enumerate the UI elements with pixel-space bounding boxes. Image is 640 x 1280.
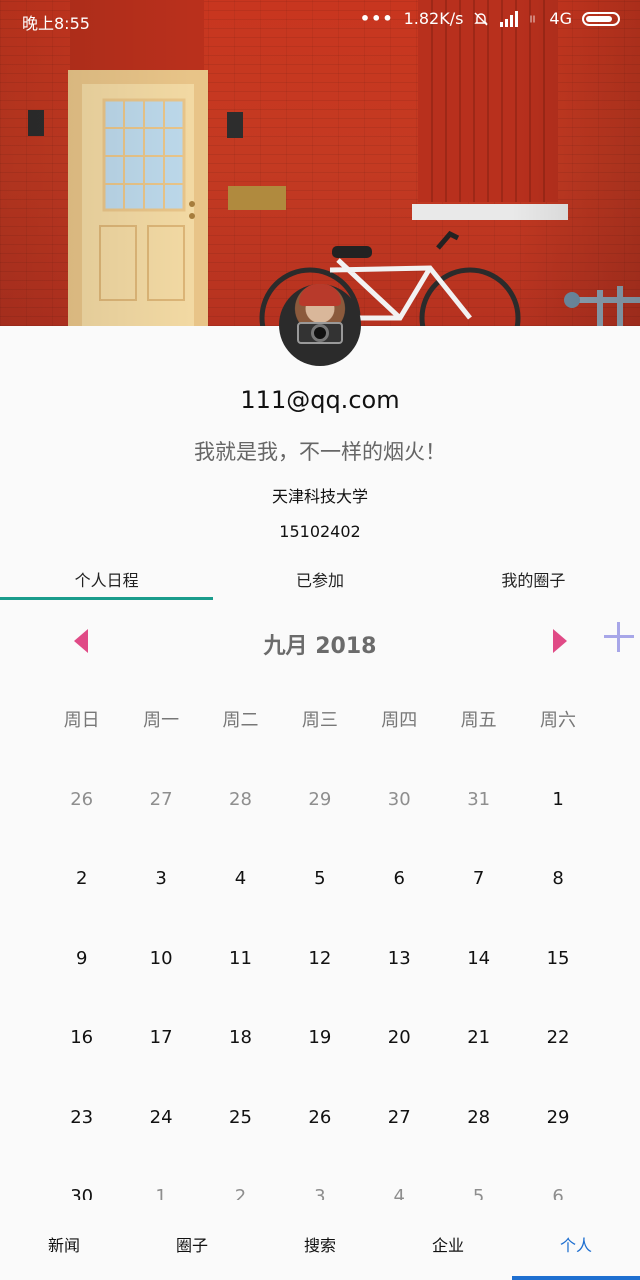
calendar-day-cell[interactable]: 15: [518, 919, 597, 998]
profile-motto: 我就是我，不一样的烟火！: [194, 440, 446, 464]
avatar-camera-lens: [311, 324, 329, 342]
profile-cover-image: 晚上8:55 ••• 1.82K/s 4G: [0, 0, 640, 326]
weekday-label: 周日: [63, 710, 100, 731]
weekday-label: 周四: [381, 710, 418, 731]
calendar-day-cell[interactable]: 27: [360, 1078, 439, 1157]
data-arrows-icon: [531, 15, 535, 22]
calendar-day-cell[interactable]: 17: [121, 998, 200, 1077]
calendar-weekday-row: 周日 周一 周二 周三 周四 周五 周六: [42, 706, 598, 732]
calendar-day-cell[interactable]: 24: [121, 1078, 200, 1157]
calendar-day-cell[interactable]: 10: [121, 919, 200, 998]
calendar-day-cell[interactable]: 3: [280, 1157, 359, 1200]
calendar-day-cell[interactable]: 22: [518, 998, 597, 1077]
calendar-day-cell[interactable]: 23: [42, 1078, 121, 1157]
calendar-day-cell[interactable]: 30: [360, 760, 439, 839]
calendar-day-cell[interactable]: 5: [280, 839, 359, 918]
nav-search[interactable]: 搜索: [256, 1204, 384, 1280]
notification-dots: •••: [359, 9, 394, 28]
calendar-day-cell[interactable]: 2: [42, 839, 121, 918]
profile-tabs: 个人日程 已参加 我的圈子: [0, 556, 640, 600]
status-bar: 晚上8:55 ••• 1.82K/s 4G: [0, 0, 640, 40]
calendar-day-cell[interactable]: 4: [201, 839, 280, 918]
tab-joined[interactable]: 已参加: [213, 556, 426, 600]
weekday-label: 周五: [460, 710, 497, 731]
calendar-day-cell[interactable]: 27: [121, 760, 200, 839]
calendar-day-cell[interactable]: 16: [42, 998, 121, 1077]
calendar-day-cell[interactable]: 19: [280, 998, 359, 1077]
calendar-day-cell[interactable]: 29: [518, 1078, 597, 1157]
calendar-day-cell[interactable]: 20: [360, 998, 439, 1077]
calendar-day-cell[interactable]: 14: [439, 919, 518, 998]
calendar-day-cell[interactable]: 8: [518, 839, 597, 918]
avatar-hat: [299, 284, 341, 306]
status-indicators: ••• 1.82K/s 4G: [360, 9, 620, 28]
nav-news[interactable]: 新闻: [0, 1204, 128, 1280]
cover-shade: [0, 0, 640, 326]
tab-my-circles[interactable]: 我的圈子: [427, 556, 640, 600]
weekday-label: 周一: [143, 710, 180, 731]
calendar-day-cell[interactable]: 26: [42, 760, 121, 839]
calendar-day-cell[interactable]: 4: [360, 1157, 439, 1200]
bottom-navigation: 新闻 圈子 搜索 企业 个人: [0, 1204, 640, 1280]
network-type: 4G: [549, 9, 572, 28]
weekday-label: 周六: [540, 710, 577, 731]
calendar-day-cell[interactable]: 6: [360, 839, 439, 918]
add-event-plus-icon[interactable]: [603, 620, 635, 652]
weekday-label: 周三: [301, 710, 338, 731]
calendar-day-cell[interactable]: 18: [201, 998, 280, 1077]
calendar-day-cell[interactable]: 3: [121, 839, 200, 918]
calendar-day-cell[interactable]: 1: [121, 1157, 200, 1200]
calendar-day-cell[interactable]: 5: [439, 1157, 518, 1200]
calendar-day-cell[interactable]: 13: [360, 919, 439, 998]
next-month-icon[interactable]: [553, 629, 567, 653]
avatar[interactable]: [279, 284, 361, 366]
tab-personal-schedule[interactable]: 个人日程: [0, 556, 214, 600]
calendar-day-cell[interactable]: 26: [280, 1078, 359, 1157]
calendar-day-cell[interactable]: 30: [42, 1157, 121, 1200]
nav-enterprise[interactable]: 企业: [384, 1204, 512, 1280]
network-speed: 1.82K/s: [403, 9, 464, 28]
calendar-day-grid: 26 27 28 29 30 31 1 2 3 4 5 6 7 8 9 10 11 12 13 14 15 16 17 18 1…: [42, 760, 598, 1200]
calendar-day-cell[interactable]: 21: [439, 998, 518, 1077]
calendar-day-cell[interactable]: 2: [201, 1157, 280, 1200]
nav-circles[interactable]: 圈子: [128, 1204, 256, 1280]
calendar-day-cell[interactable]: 11: [201, 919, 280, 998]
nav-profile[interactable]: 个人: [512, 1204, 640, 1280]
profile-student-id: 15102402: [279, 522, 361, 541]
status-time: 晚上8:55: [22, 14, 90, 33]
calendar-header: 九月 2018: [0, 620, 640, 664]
calendar-day-cell[interactable]: 7: [439, 839, 518, 918]
calendar-month-title: 九月 2018: [263, 634, 377, 659]
calendar-day-cell[interactable]: 31: [439, 760, 518, 839]
calendar-day-cell[interactable]: 9: [42, 919, 121, 998]
weekday-label: 周二: [222, 710, 259, 731]
signal-icon: [500, 10, 519, 27]
calendar-day-cell[interactable]: 6: [518, 1157, 597, 1200]
bell-off-icon: [474, 12, 489, 25]
battery-icon: [582, 11, 620, 26]
profile-school: 天津科技大学: [271, 487, 368, 506]
calendar-day-cell[interactable]: 25: [201, 1078, 280, 1157]
profile-email: 111@qq.com: [240, 386, 400, 414]
calendar-day-cell[interactable]: 28: [439, 1078, 518, 1157]
calendar-day-cell[interactable]: 12: [280, 919, 359, 998]
calendar-day-cell[interactable]: 1: [518, 760, 597, 839]
calendar-day-cell[interactable]: 28: [201, 760, 280, 839]
calendar-day-cell[interactable]: 29: [280, 760, 359, 839]
